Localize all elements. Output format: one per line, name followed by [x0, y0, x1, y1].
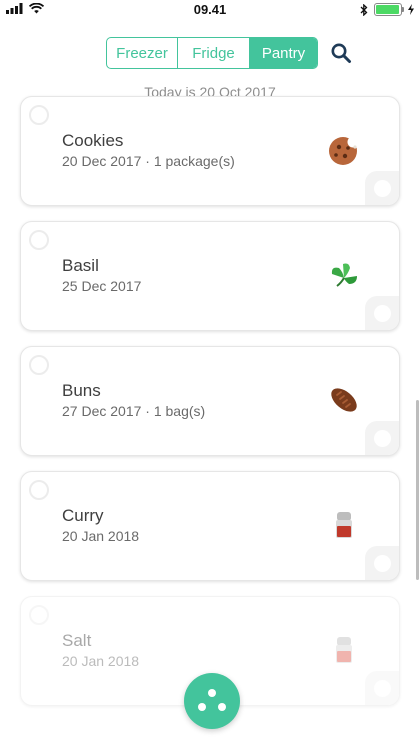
item-detail: 25 Dec 2017 [62, 278, 142, 294]
spice-jar-icon [336, 512, 352, 538]
card-action-button[interactable] [365, 671, 399, 705]
item-name: Curry [62, 506, 104, 525]
cookie-icon [329, 136, 359, 165]
charging-icon [408, 4, 414, 15]
status-right [360, 3, 414, 16]
search-button[interactable] [330, 42, 352, 64]
expiry-progress-ring [29, 355, 49, 375]
expiry-progress-ring [29, 605, 49, 625]
tab-freezer[interactable]: Freezer [107, 38, 177, 68]
menu-dots-icon [198, 689, 226, 711]
status-time: 09.41 [193, 2, 227, 17]
status-bar: 09.41 [0, 0, 420, 20]
bluetooth-icon [360, 3, 368, 16]
tab-pantry[interactable]: Pantry [249, 38, 317, 68]
expiry-progress-ring [29, 105, 49, 125]
expiry-progress-ring [29, 230, 49, 250]
item-detail: 27 Dec 2017 · 1 bag(s) [62, 403, 206, 419]
card-action-button[interactable] [365, 546, 399, 580]
item-name: Basil [62, 256, 99, 275]
add-item-button[interactable] [184, 673, 240, 729]
item-detail: 20 Jan 2018 [62, 653, 140, 669]
item-card-cookies[interactable]: Cookies 20 Dec 2017 · 1 package(s) [20, 96, 400, 206]
battery-level [376, 5, 399, 14]
item-card-curry[interactable]: Curry 20 Jan 2018 [20, 471, 400, 581]
tab-fridge[interactable]: Fridge [177, 38, 249, 68]
scroll-indicator[interactable] [416, 400, 419, 580]
item-name: Cookies [62, 131, 124, 150]
expiry-progress-ring [29, 480, 49, 500]
card-action-button[interactable] [365, 421, 399, 455]
item-detail: 20 Jan 2018 [62, 528, 140, 544]
salt-shaker-icon [336, 637, 352, 663]
basil-leaf-icon [331, 263, 357, 287]
bread-bun-icon [331, 388, 357, 412]
storage-tabs: Freezer Fridge Pantry [106, 37, 318, 69]
battery-icon [374, 3, 404, 16]
item-name: Buns [62, 381, 101, 400]
card-action-button[interactable] [365, 296, 399, 330]
item-detail: 20 Dec 2017 · 1 package(s) [62, 153, 235, 169]
item-name: Salt [62, 631, 92, 650]
item-card-basil[interactable]: Basil 25 Dec 2017 [20, 221, 400, 331]
card-action-button[interactable] [365, 171, 399, 205]
item-card-buns[interactable]: Buns 27 Dec 2017 · 1 bag(s) [20, 346, 400, 456]
search-icon [331, 43, 351, 63]
battery-cap [402, 7, 404, 12]
